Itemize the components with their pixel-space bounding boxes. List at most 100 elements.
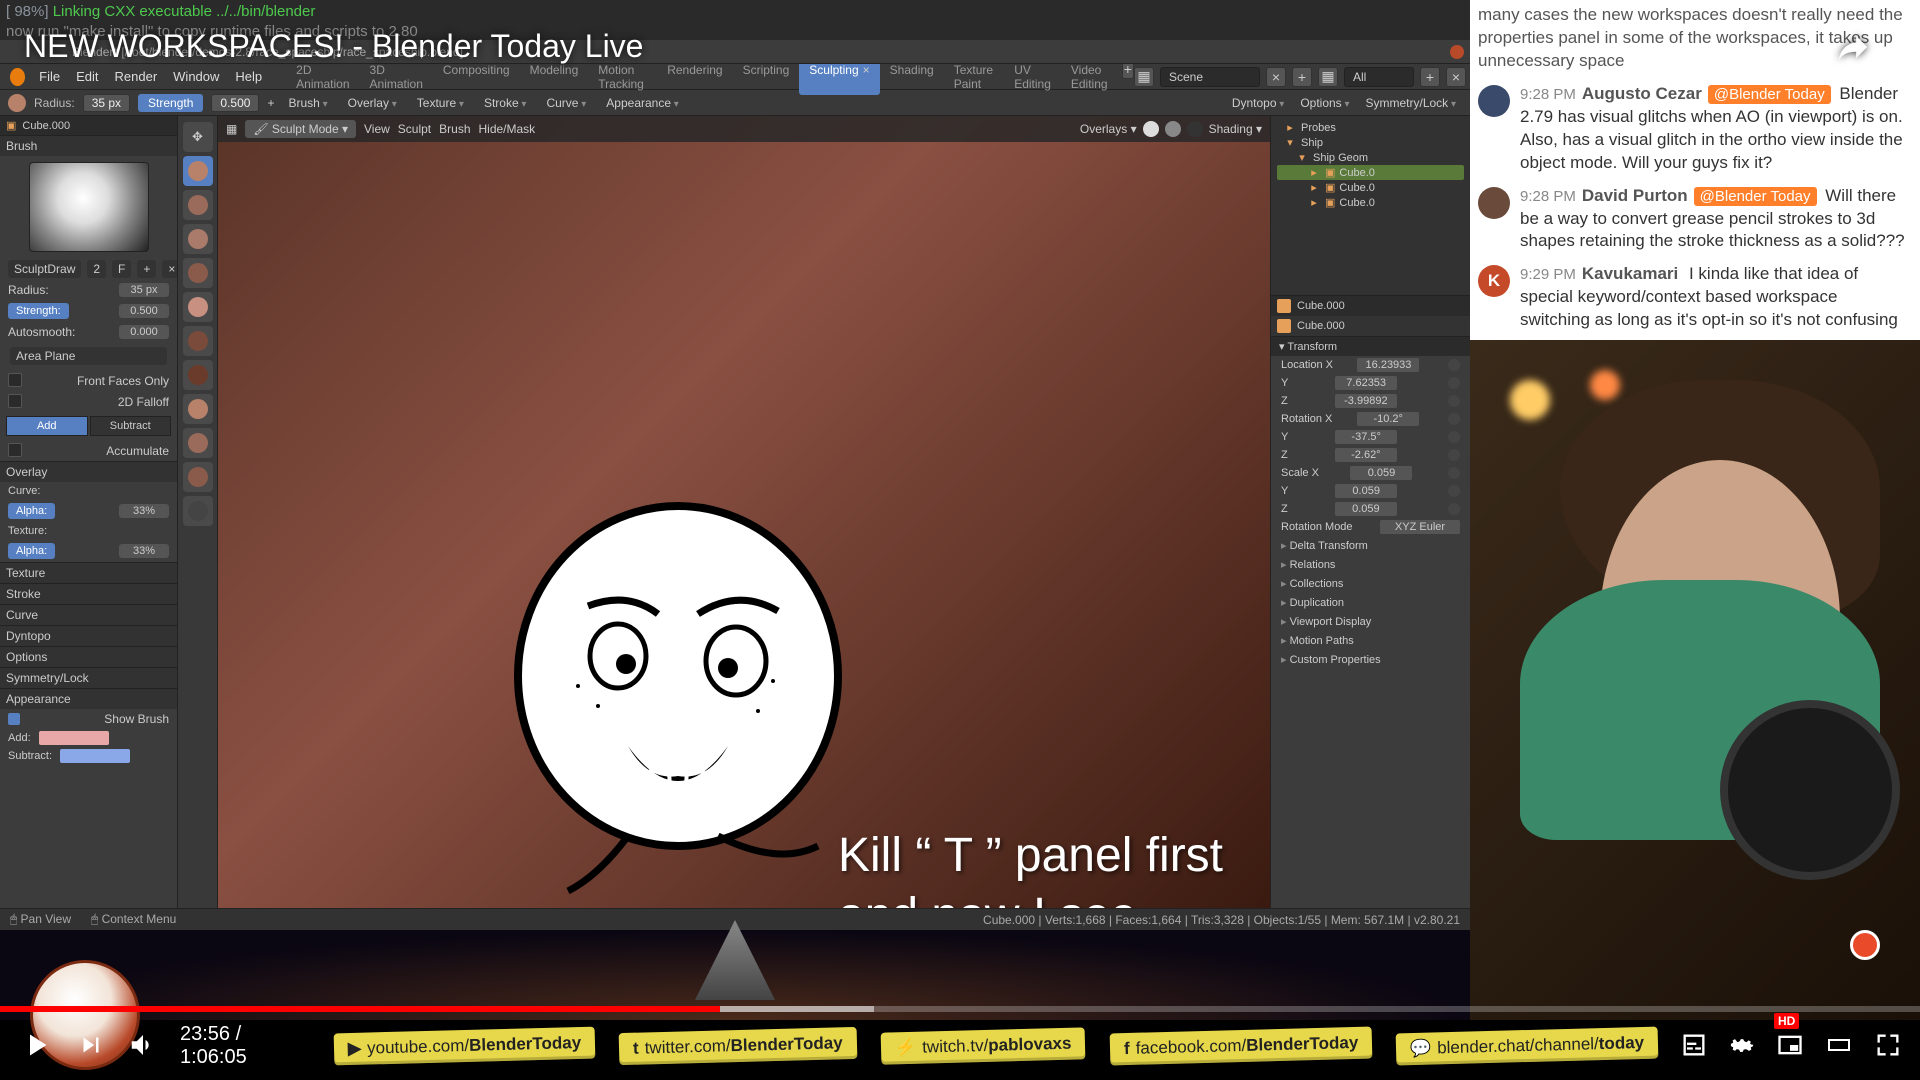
accumulate-check[interactable] <box>8 443 28 458</box>
layer-browse-icon[interactable]: ▦ <box>1318 67 1338 87</box>
direction-subtract[interactable]: Subtract <box>90 416 172 436</box>
mode-dropdown[interactable]: 🖌 Sculpt Mode ▾ <box>245 120 356 138</box>
3d-viewport[interactable]: ▦ 🖌 Sculpt Mode ▾ View Sculpt Brush Hide… <box>218 116 1270 908</box>
options-section[interactable]: Options <box>0 646 177 667</box>
options-dropdown[interactable]: Options <box>1294 96 1355 110</box>
show-brush-check[interactable] <box>8 712 26 726</box>
stroke-dropdown[interactable]: Stroke <box>478 96 533 110</box>
social-link[interactable]: 💬blender.chat/channel/today <box>1395 1027 1658 1066</box>
strength-label[interactable]: Strength <box>138 94 203 112</box>
curve-dropdown[interactable]: Curve <box>540 96 592 110</box>
transform-panel[interactable]: ▾ Transform <box>1271 336 1470 356</box>
radius-field[interactable]: 35 px <box>119 283 169 297</box>
front-faces-check[interactable] <box>8 373 28 388</box>
volume-button[interactable] <box>128 1030 158 1063</box>
theater-button[interactable] <box>1824 1033 1854 1060</box>
sculpt-menu[interactable]: Sculpt <box>398 122 431 136</box>
tool-crease-brush[interactable] <box>183 360 213 390</box>
menu-window[interactable]: Window <box>165 69 227 84</box>
tool-layer-brush[interactable] <box>183 258 213 288</box>
social-link[interactable]: ttwitter.com/BlenderToday <box>619 1027 857 1065</box>
rot-y[interactable]: -37.5° <box>1335 430 1397 444</box>
menu-file[interactable]: File <box>31 69 68 84</box>
tex-alpha[interactable]: Alpha: <box>8 543 55 559</box>
scl-z[interactable]: 0.059 <box>1335 502 1397 516</box>
dyntopo-dropdown[interactable]: Dyntopo <box>1226 96 1291 110</box>
settings-button[interactable]: HD <box>1728 1031 1756 1062</box>
loc-x[interactable]: 16.23933 <box>1357 358 1419 372</box>
autosmooth-field[interactable]: 0.000 <box>119 325 169 339</box>
rotation-mode[interactable]: XYZ Euler <box>1380 520 1460 534</box>
tool-draw-brush[interactable] <box>183 156 213 186</box>
shading-solid-icon[interactable] <box>1143 121 1159 137</box>
brush-icon[interactable] <box>8 94 26 112</box>
stroke-section[interactable]: Stroke <box>0 583 177 604</box>
shading-dropdown[interactable]: Shading ▾ <box>1209 122 1262 136</box>
brush-menu[interactable]: Brush <box>439 122 470 136</box>
miniplayer-button[interactable] <box>1776 1031 1804 1062</box>
scene-close-icon[interactable]: × <box>1266 67 1286 87</box>
scene-add-icon[interactable]: + <box>1292 67 1312 87</box>
menu-render[interactable]: Render <box>107 69 166 84</box>
curve-section[interactable]: Curve <box>0 604 177 625</box>
overlay-dropdown[interactable]: Overlay <box>342 96 403 110</box>
duplication-panel[interactable]: Duplication <box>1271 593 1470 612</box>
scl-y[interactable]: 0.059 <box>1335 484 1397 498</box>
close-icon[interactable] <box>1450 45 1464 59</box>
social-link[interactable]: ⚡twitch.tv/pablovaxs <box>881 1027 1086 1064</box>
fake-user-button[interactable]: F <box>112 260 131 278</box>
texture-section[interactable]: Texture <box>0 562 177 583</box>
scl-x[interactable]: 0.059 <box>1350 466 1412 480</box>
overlays-dropdown[interactable]: Overlays ▾ <box>1080 122 1137 136</box>
motion-paths-panel[interactable]: Motion Paths <box>1271 631 1470 650</box>
layer-add-icon[interactable]: + <box>1420 67 1440 87</box>
scene-browse-icon[interactable]: ▦ <box>1134 67 1154 87</box>
shading-lookdev-icon[interactable] <box>1165 121 1181 137</box>
viewport-display-panel[interactable]: Viewport Display <box>1271 612 1470 631</box>
view-menu[interactable]: View <box>364 122 390 136</box>
loc-z[interactable]: -3.99892 <box>1335 394 1397 408</box>
strength-field[interactable]: 0.500 <box>119 304 169 318</box>
brush-section-header[interactable]: Brush <box>0 135 177 156</box>
shading-rendered-icon[interactable] <box>1187 121 1203 137</box>
menu-edit[interactable]: Edit <box>68 69 106 84</box>
brush-remove-button[interactable]: × <box>162 260 178 278</box>
tool-blob-brush[interactable] <box>183 326 213 356</box>
tool-mask-brush[interactable] <box>183 496 213 526</box>
social-link[interactable]: ffacebook.com/BlenderToday <box>1109 1027 1372 1066</box>
relations-panel[interactable]: Relations <box>1271 555 1470 574</box>
collections-panel[interactable]: Collections <box>1271 574 1470 593</box>
outliner[interactable]: ▸Probes ▾Ship ▾Ship Geom ▸▣Cube.0 ▸▣Cube… <box>1271 116 1470 296</box>
dyntopo-section[interactable]: Dyntopo <box>0 625 177 646</box>
brush-add-button[interactable]: + <box>137 260 156 278</box>
strength-value[interactable]: 0.500 <box>211 94 259 112</box>
play-button[interactable] <box>18 1027 54 1066</box>
tool-snake-brush[interactable] <box>183 462 213 492</box>
scene-name-input[interactable] <box>1160 67 1260 87</box>
tool-move-icon[interactable]: ✥ <box>183 122 213 152</box>
rot-z[interactable]: -2.62° <box>1335 448 1397 462</box>
fullscreen-button[interactable] <box>1874 1031 1902 1062</box>
tab-close-icon[interactable]: × <box>863 63 870 77</box>
texture-dropdown[interactable]: Texture <box>411 96 470 110</box>
custom-properties-panel[interactable]: Custom Properties <box>1271 650 1470 669</box>
curve-alpha[interactable]: Alpha: <box>8 503 55 519</box>
appearance-section[interactable]: Appearance <box>0 688 177 709</box>
direction-add[interactable]: Add <box>6 416 88 436</box>
menu-help[interactable]: Help <box>227 69 270 84</box>
tool-clay-brush[interactable] <box>183 190 213 220</box>
tool-inflate-brush[interactable] <box>183 292 213 322</box>
layer-close-icon[interactable]: × <box>1446 67 1466 87</box>
rot-x[interactable]: -10.2° <box>1357 412 1419 426</box>
strength-pressure-icon[interactable]: + <box>267 96 274 110</box>
tool-smooth-brush[interactable] <box>183 394 213 424</box>
brush-preview[interactable] <box>29 162 149 252</box>
sub-color-swatch[interactable] <box>60 749 130 763</box>
2d-falloff-check[interactable] <box>8 394 28 409</box>
hidemask-menu[interactable]: Hide/Mask <box>479 122 536 136</box>
subtitles-button[interactable] <box>1680 1031 1708 1062</box>
overlay-section[interactable]: Overlay <box>0 461 177 482</box>
brush-name-chip[interactable]: SculptDraw <box>8 260 81 278</box>
editor-type-icon[interactable]: ▦ <box>226 122 237 136</box>
delta-transform-panel[interactable]: Delta Transform <box>1271 536 1470 555</box>
